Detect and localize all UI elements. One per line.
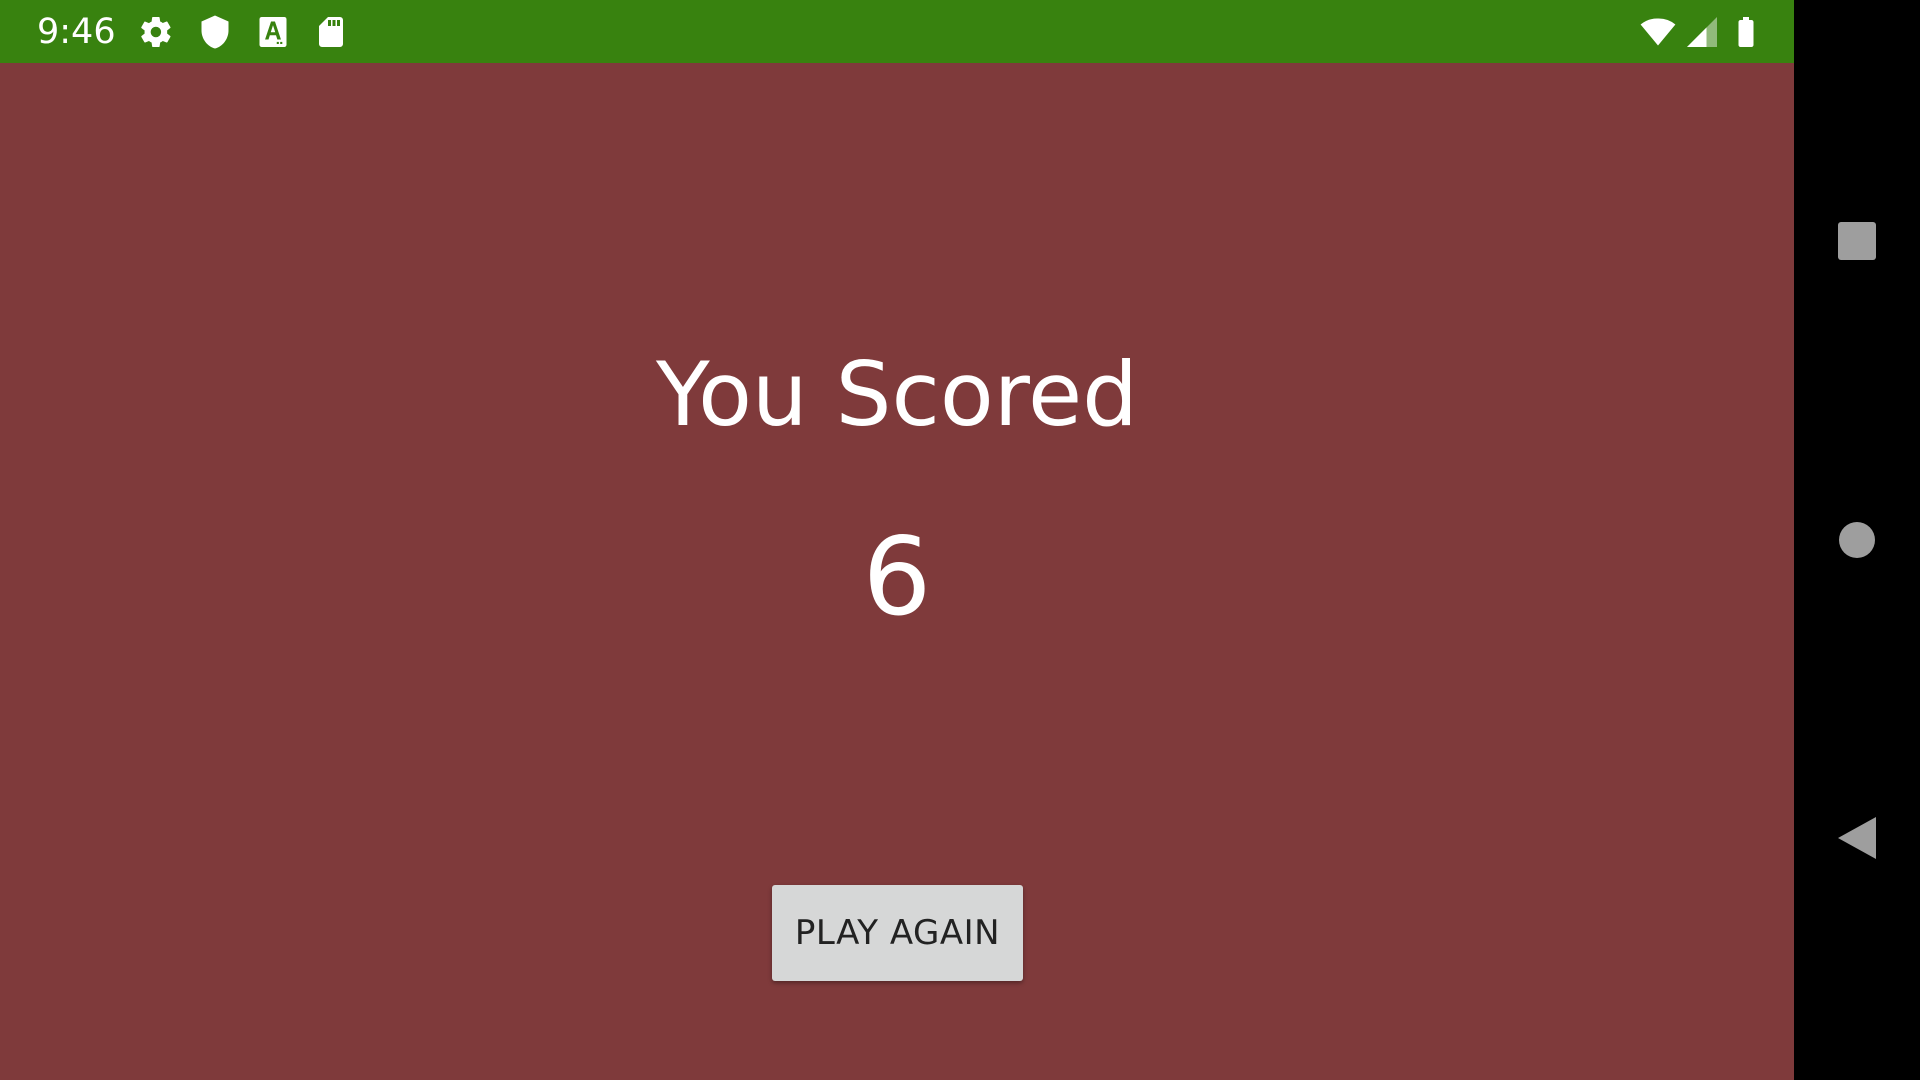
battery-icon	[1728, 14, 1764, 50]
settings-icon	[138, 14, 174, 50]
navigation-bar	[1794, 0, 1920, 1080]
status-time: 9:46	[37, 12, 116, 52]
status-bar: 9:46	[0, 0, 1794, 63]
score-value: 6	[862, 515, 932, 640]
home-circle-icon	[1839, 522, 1875, 558]
app-screen: 9:46 You Scored 6 PLAY AGAIN	[0, 0, 1794, 1080]
score-screen: You Scored 6 PLAY AGAIN	[0, 63, 1794, 1080]
back-triangle-icon	[1838, 817, 1876, 859]
recents-square-icon	[1838, 222, 1876, 260]
play-again-button[interactable]: PLAY AGAIN	[772, 885, 1023, 981]
font-a-icon	[255, 14, 291, 50]
recents-button[interactable]	[1817, 201, 1897, 281]
cell-signal-icon	[1684, 14, 1720, 50]
home-button[interactable]	[1817, 500, 1897, 580]
wifi-icon	[1638, 14, 1678, 50]
sd-card-icon	[313, 14, 349, 50]
score-title: You Scored	[656, 343, 1138, 446]
shield-icon	[197, 14, 233, 50]
back-button[interactable]	[1817, 798, 1897, 878]
